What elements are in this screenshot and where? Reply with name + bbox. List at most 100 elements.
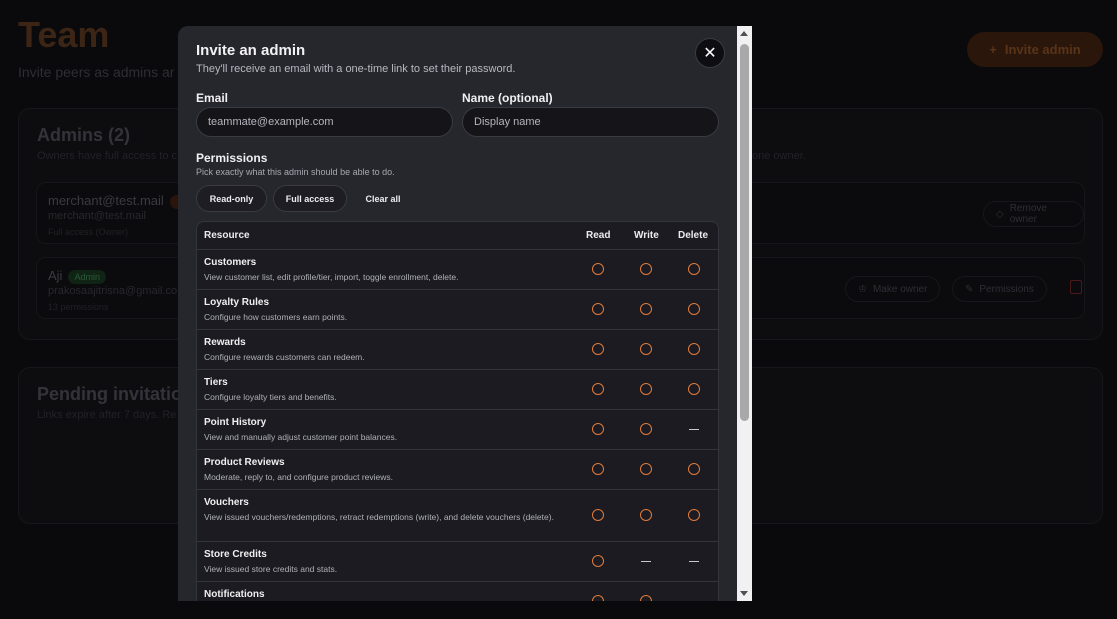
unchecked-circle-icon[interactable] (688, 382, 700, 395)
unchecked-circle-icon[interactable] (640, 382, 652, 395)
point-history-write-checkbox[interactable] (640, 422, 654, 437)
unchecked-circle-icon[interactable] (640, 422, 652, 435)
admin-secondary: merchant@test.mail (48, 210, 146, 222)
rewards-delete-checkbox[interactable] (688, 342, 702, 357)
write-column-header: Write (634, 230, 659, 241)
table-row: Point History View and manually adjust cu… (197, 410, 718, 450)
store-credits-read-checkbox[interactable] (592, 554, 606, 569)
email-field[interactable] (196, 107, 453, 137)
rewards-write-checkbox[interactable] (640, 342, 654, 357)
notifications-read-checkbox[interactable] (592, 594, 606, 601)
unchecked-circle-icon[interactable] (640, 508, 652, 521)
table-row: Store Credits View issued store credits a… (197, 542, 718, 582)
vouchers-write-checkbox[interactable] (640, 508, 654, 523)
close-button[interactable]: ✕ (695, 38, 725, 68)
rewards-read-checkbox[interactable] (592, 342, 606, 357)
remove-owner-label: Remove owner (1009, 203, 1047, 225)
pending-card-title: Pending invitatio (37, 384, 183, 404)
product-reviews-write-checkbox[interactable] (640, 462, 654, 477)
dialog-scrollbar[interactable] (737, 26, 752, 601)
loyalty-rules-delete-checkbox[interactable] (688, 302, 702, 317)
dash-icon (689, 428, 699, 430)
loyalty-rules-write-checkbox[interactable] (640, 302, 654, 317)
scroll-down-arrow-icon[interactable] (740, 591, 748, 596)
resource-name: Rewards (204, 337, 246, 348)
product-reviews-delete-checkbox[interactable] (688, 462, 702, 477)
unchecked-circle-icon[interactable] (592, 302, 604, 315)
clear-all-button[interactable]: Clear all (353, 185, 413, 212)
unchecked-circle-icon[interactable] (640, 462, 652, 475)
unchecked-circle-icon[interactable] (688, 508, 700, 521)
admins-card-subtitle-right: one owner. (752, 150, 806, 162)
table-row: Rewards Configure rewards customers can r… (197, 330, 718, 370)
resource-description: View issued vouchers/redemptions, retrac… (204, 512, 554, 522)
unchecked-circle-icon[interactable] (592, 554, 604, 567)
unchecked-circle-icon[interactable] (592, 462, 604, 475)
loyalty-rules-read-checkbox[interactable] (592, 302, 606, 317)
resource-description: View customer list, edit profile/tier, i… (204, 272, 459, 282)
table-body: Customers View customer list, edit profil… (197, 250, 718, 601)
point-history-delete-not-applicable (688, 423, 702, 437)
unchecked-circle-icon[interactable] (592, 262, 604, 275)
notifications-write-checkbox[interactable] (640, 594, 654, 601)
vouchers-delete-checkbox[interactable] (688, 508, 702, 523)
page-subtitle: Invite peers as admins ar (18, 64, 175, 80)
vouchers-read-checkbox[interactable] (592, 508, 606, 523)
resource-name: Notifications (204, 589, 265, 600)
make-owner-button: ♔ Make owner (845, 276, 941, 302)
unchecked-circle-icon[interactable] (688, 302, 700, 315)
unchecked-circle-icon[interactable] (592, 594, 604, 601)
resource-description: View and manually adjust customer point … (204, 432, 398, 442)
permissions-button: ✎ Permissions (952, 276, 1047, 302)
admins-card-subtitle: Owners have full access to c (37, 150, 178, 162)
resource-description: Configure rewards customers can redeem. (204, 352, 365, 362)
unchecked-circle-icon[interactable] (640, 594, 652, 601)
table-row: Notifications (197, 582, 718, 601)
resource-description: Configure how customers earn points. (204, 312, 348, 322)
customers-delete-checkbox[interactable] (688, 262, 702, 277)
resource-name: Customers (204, 257, 257, 268)
table-row: Customers View customer list, edit profil… (197, 250, 718, 290)
scroll-up-arrow-icon[interactable] (740, 31, 748, 36)
unchecked-circle-icon[interactable] (640, 302, 652, 315)
unchecked-circle-icon[interactable] (640, 342, 652, 355)
invite-admin-dialog: Invite an admin They'll receive an email… (178, 26, 752, 601)
unchecked-circle-icon[interactable] (688, 462, 700, 475)
tiers-read-checkbox[interactable] (592, 382, 606, 397)
point-history-read-checkbox[interactable] (592, 422, 606, 437)
permissions-label: Permissions (979, 283, 1034, 295)
dash-icon (689, 560, 699, 562)
table-row: Tiers Configure loyalty tiers and benefit… (197, 370, 718, 410)
resource-column-header: Resource (204, 230, 250, 241)
unchecked-circle-icon[interactable] (592, 382, 604, 395)
read-column-header: Read (586, 230, 611, 241)
tiers-delete-checkbox[interactable] (688, 382, 702, 397)
scroll-thumb[interactable] (740, 44, 749, 421)
full-access-preset-button[interactable]: Full access (273, 185, 347, 212)
unchecked-circle-icon[interactable] (688, 262, 700, 275)
resource-description: Moderate, reply to, and configure produc… (204, 472, 393, 482)
tiers-write-checkbox[interactable] (640, 382, 654, 397)
unchecked-circle-icon[interactable] (592, 422, 604, 435)
unchecked-circle-icon[interactable] (640, 262, 652, 275)
invite-admin-button: + Invite admin (967, 32, 1103, 67)
unchecked-circle-icon[interactable] (592, 342, 604, 355)
name-field[interactable] (462, 107, 719, 137)
admin-meta: Full access (Owner) (48, 227, 129, 237)
table-row: Loyalty Rules Configure how customers ear… (197, 290, 718, 330)
page-title: Team (18, 14, 110, 55)
dialog-title: Invite an admin (196, 42, 306, 59)
product-reviews-read-checkbox[interactable] (592, 462, 606, 477)
unchecked-circle-icon[interactable] (592, 508, 604, 521)
customers-write-checkbox[interactable] (640, 262, 654, 277)
pencil-icon: ✎ (965, 283, 974, 295)
customers-read-checkbox[interactable] (592, 262, 606, 277)
dialog-content: Invite an admin They'll receive an email… (178, 26, 737, 601)
invite-admin-label: Invite admin (1004, 42, 1081, 57)
admin-email: merchant@test.mail (48, 193, 185, 209)
resource-description: View issued store credits and stats. (204, 564, 338, 574)
make-owner-label: Make owner (872, 283, 928, 295)
read-only-preset-button[interactable]: Read-only (196, 185, 267, 212)
admin-name: Aji Admin (48, 268, 106, 284)
unchecked-circle-icon[interactable] (688, 342, 700, 355)
